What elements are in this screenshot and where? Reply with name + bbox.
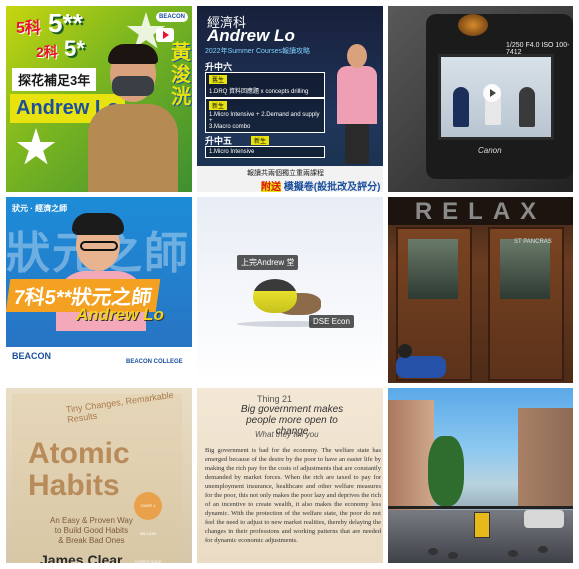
- glasses-icon: [80, 241, 118, 251]
- tutor-hair: [72, 213, 124, 235]
- book-title: Atomic Habits: [28, 438, 130, 502]
- tutor-name: Andrew Lo: [207, 26, 295, 45]
- beacon-logo: BEACON: [156, 12, 189, 22]
- building-right: [518, 408, 573, 508]
- course-line: 1.DRQ 資料回應題 x concepts drilling: [209, 89, 309, 95]
- desc-line: An Easy & Proven Way: [50, 516, 133, 525]
- person-reclining-photo: [396, 342, 456, 380]
- pigeon: [508, 550, 518, 557]
- tagline: 探花補足3年: [12, 68, 97, 91]
- post-thumbnail-relax-doors[interactable]: RELAX ST PANCRAS: [388, 197, 573, 383]
- bird-photo: [253, 279, 297, 313]
- desc-line: & Break Bad Ones: [58, 536, 125, 545]
- f6-returning-box: 舊生 1.DRQ 資料回應題 x concepts drilling: [205, 72, 325, 98]
- section-heading: What they tell you: [255, 430, 319, 439]
- line2-grade: 5*: [64, 36, 85, 61]
- railing: [388, 506, 573, 509]
- book-title-line: Atomic: [28, 437, 130, 470]
- post-thumbnail-camera-filming[interactable]: 1/250 F4.0 ISO 100-7412 Canon: [388, 6, 573, 192]
- wooden-door: [488, 227, 564, 381]
- page-body-text: Big government is bad for the economy. T…: [205, 447, 381, 544]
- promo-caption: 報讀共兩個獨立重兩課程: [247, 170, 324, 177]
- car: [524, 510, 564, 528]
- beacon-logo: BEACON: [12, 351, 52, 361]
- post-thumbnail-bird-in-snow[interactable]: 上完Andrew 堂 DSE Econ: [197, 197, 383, 383]
- desc-line: to Build Good Habits: [54, 526, 129, 535]
- video-play-icon: [156, 28, 174, 42]
- line2-subject-count: 2科: [36, 44, 58, 60]
- door-lettering: ST PANCRAS: [514, 239, 552, 245]
- pigeon: [448, 552, 458, 559]
- book-description: An Easy & Proven Way to Build Good Habit…: [50, 516, 133, 546]
- camera-dial-icon: [458, 14, 488, 36]
- pigeon: [538, 546, 548, 553]
- book-title-line: Habits: [28, 469, 120, 502]
- book-author: James Clear: [40, 552, 123, 563]
- star-decoration-icon: [16, 128, 56, 165]
- promo-headline: 附送 模擬卷(設批改及評分): [261, 178, 380, 192]
- new-student-pill: 新生: [209, 101, 228, 110]
- course-line: 1.Micro Intensive + 2.Demand and supply …: [209, 112, 320, 124]
- sales-seal-badge: OVER 1 MILLION COPIES SOLD: [134, 492, 162, 563]
- instagram-photo-grid: 5科 5** 2科 5* 探花補足3年 Andrew Lo BEACON 黃浚洸…: [6, 6, 573, 563]
- f6-new-box: 新生 1.Micro Intensive + 2.Demand and supp…: [205, 98, 325, 133]
- chapter-number: Thing 21: [257, 394, 293, 404]
- post-thumbnail-andrew-lo-results[interactable]: 5科 5** 2科 5* 探花補足3年 Andrew Lo BEACON 黃浚洸: [6, 6, 192, 192]
- new-student-pill: 新生: [251, 136, 270, 145]
- summer-courses-caption: 2022年Summer Courses報讀攻略: [205, 48, 311, 55]
- header-label: 狀元 · 經濟之師: [12, 204, 68, 213]
- tutor-name: Andrew Lo: [76, 305, 164, 324]
- f5-box: 1.Micro Intensive: [205, 146, 325, 158]
- relax-sign: RELAX: [388, 197, 573, 225]
- post-thumbnail-atomic-habits[interactable]: Tiny Changes, Remarkable Results Atomic …: [6, 388, 192, 563]
- student-photo: [88, 44, 178, 192]
- promo-mock-paper: 模擬卷(設批改及評分): [283, 182, 381, 192]
- caption-label: 上完Andrew 堂: [237, 255, 299, 270]
- building-left: [388, 400, 434, 510]
- video-play-icon: [483, 84, 501, 102]
- tutor-photo: [337, 44, 377, 164]
- post-thumbnail-top-scorer-tutor[interactable]: 狀元 · 經濟之師 狀元之師 7科5**狀元之師 Andrew Lo BEACO…: [6, 197, 192, 383]
- post-thumbnail-street-scene[interactable]: [388, 388, 573, 563]
- promo-highlight: 附送: [261, 182, 281, 192]
- camera-brand: Canon: [478, 146, 502, 155]
- student-name-vertical: 黃浚洸: [171, 42, 191, 108]
- road-sign-icon: [474, 512, 490, 538]
- tree: [428, 436, 464, 506]
- beacon-college-label: BEACON COLLEGE: [126, 359, 183, 365]
- course-line: 3.Macro combo: [209, 124, 251, 130]
- post-thumbnail-book-page[interactable]: Thing 21 Big government makes people mor…: [197, 388, 383, 563]
- caption-label: DSE Econ: [309, 315, 354, 328]
- post-thumbnail-summer-courses[interactable]: 經濟科 Andrew Lo 2022年Summer Courses報讀攻略 升中…: [197, 6, 383, 192]
- course-line: 1.Micro Intensive: [209, 149, 255, 155]
- line1-subject-count: 5科: [16, 20, 41, 37]
- line1-grade: 5**: [48, 8, 83, 38]
- pigeon: [428, 548, 438, 555]
- returning-student-pill: 舊生: [209, 75, 228, 84]
